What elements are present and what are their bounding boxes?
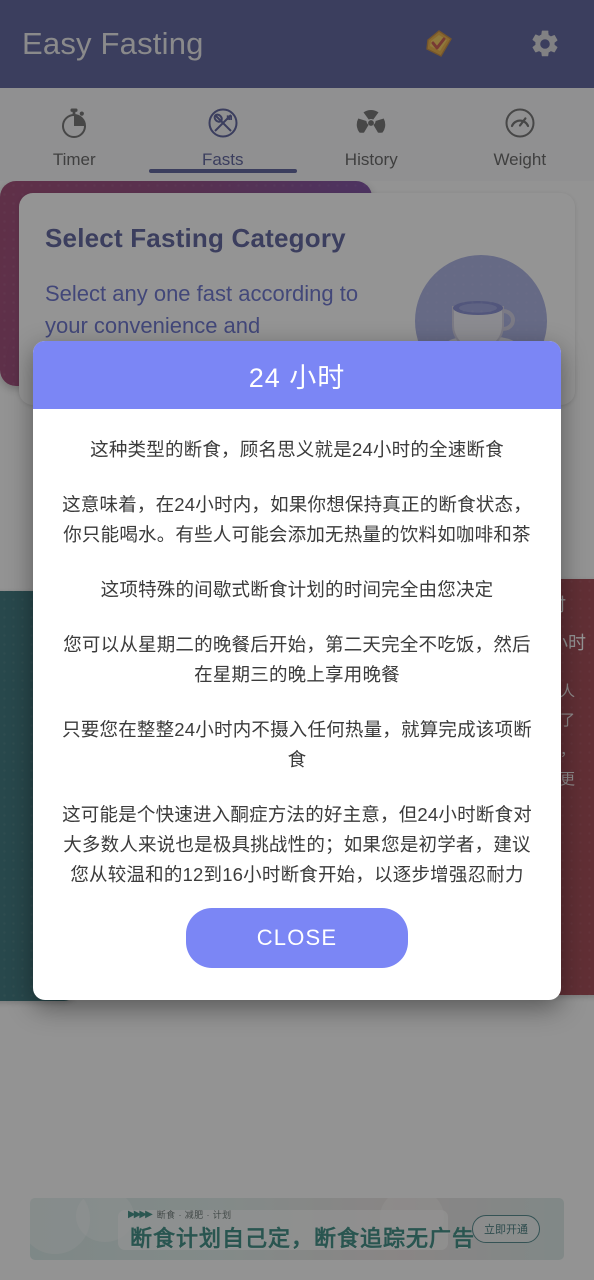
dialog-actions: CLOSE — [33, 904, 561, 1000]
dialog-paragraph: 这种类型的断食，顾名思义就是24小时的全速断食 — [90, 439, 504, 460]
dialog-body: 这种类型的断食，顾名思义就是24小时的全速断食 这意味着，在24小时内，如果你想… — [33, 409, 561, 904]
close-button[interactable]: CLOSE — [186, 907, 408, 968]
dialog-paragraph: 您可以从星期二的晚餐后开始，第二天完全不吃饭，然后在星期三的晚上享用晚餐 — [63, 633, 531, 685]
dialog-paragraph: 这意味着，在24小时内，如果你想保持真正的断食状态，你只能喝水。有些人可能会添加… — [62, 493, 532, 545]
dialog-paragraph: 这可能是个快速进入酮症方法的好主意，但24小时断食对大多数人来说也是极具挑战性的… — [62, 803, 532, 885]
dialog-paragraph: 只要您在整整24小时内不摄入任何热量，就算完成该项断食 — [62, 718, 532, 770]
dialog-header: 24 小时 — [33, 341, 561, 409]
app-screen: Easy Fasting — [0, 0, 594, 1280]
fast-info-dialog: 24 小时 这种类型的断食，顾名思义就是24小时的全速断食 这意味着，在24小时… — [33, 341, 561, 1000]
dialog-paragraph: 这项特殊的间歇式断食计划的时间完全由您决定 — [100, 578, 494, 600]
dialog-title: 24 小时 — [248, 362, 346, 393]
